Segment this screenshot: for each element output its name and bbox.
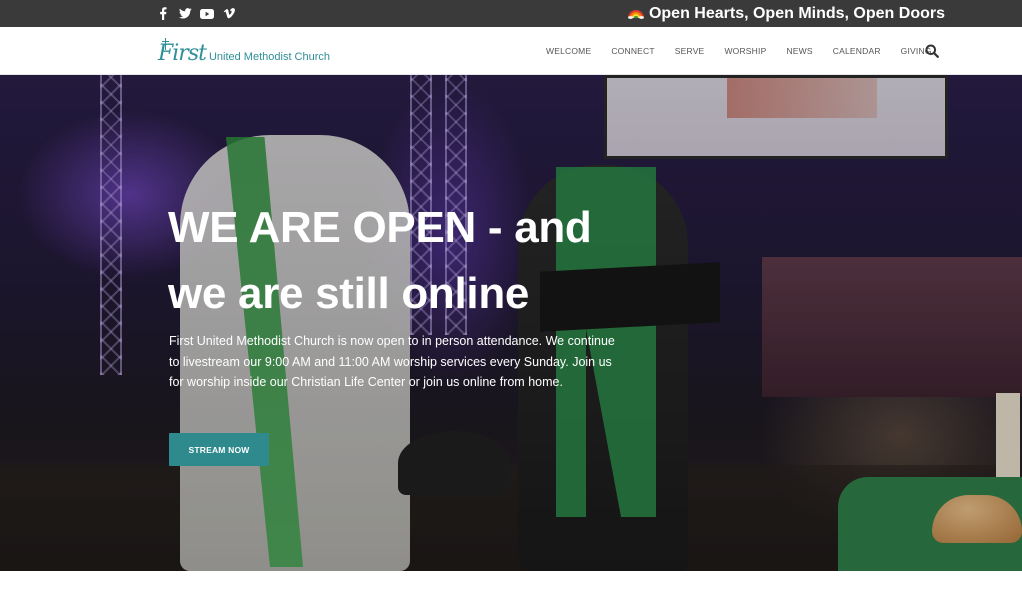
site-header: First United Methodist Church WELCOME CO… xyxy=(0,27,1022,75)
nav-item-welcome[interactable]: WELCOME xyxy=(546,46,591,56)
hero-headline-line2: we are still online xyxy=(168,269,530,318)
vimeo-icon[interactable] xyxy=(222,7,236,21)
nav-item-news[interactable]: NEWS xyxy=(786,46,812,56)
hero-headline-line1: WE ARE OPEN - and xyxy=(168,203,592,252)
nav-item-connect[interactable]: CONNECT xyxy=(611,46,654,56)
twitter-icon[interactable] xyxy=(178,7,192,21)
rainbow-icon xyxy=(627,1,644,19)
nav-item-serve[interactable]: SERVE xyxy=(675,46,705,56)
social-links xyxy=(156,0,236,27)
logo-first-wordmark: First xyxy=(158,38,207,66)
search-icon[interactable] xyxy=(925,44,939,58)
stream-now-button[interactable]: STREAM NOW xyxy=(169,433,269,466)
youtube-icon[interactable] xyxy=(200,7,214,21)
nav-item-worship[interactable]: WORSHIP xyxy=(724,46,766,56)
main-nav: WELCOME CONNECT SERVE WORSHIP NEWS CALEN… xyxy=(536,27,942,75)
tagline: Open Hearts, Open Minds, Open Doors xyxy=(627,0,945,27)
site-logo[interactable]: First United Methodist Church xyxy=(158,36,330,66)
nav-item-calendar[interactable]: CALENDAR xyxy=(833,46,881,56)
facebook-icon[interactable] xyxy=(156,7,170,21)
tagline-text: Open Hearts, Open Minds, Open Doors xyxy=(648,5,945,22)
top-bar: Open Hearts, Open Minds, Open Doors xyxy=(0,0,1022,27)
logo-church-name: United Methodist Church xyxy=(208,51,331,63)
cross-icon xyxy=(162,38,169,50)
hero-headline: WE ARE OPEN - and we are still online xyxy=(168,195,648,327)
hero-description: First United Methodist Church is now ope… xyxy=(169,334,615,389)
hero-section: WE ARE OPEN - and we are still online Fi… xyxy=(0,75,1022,571)
